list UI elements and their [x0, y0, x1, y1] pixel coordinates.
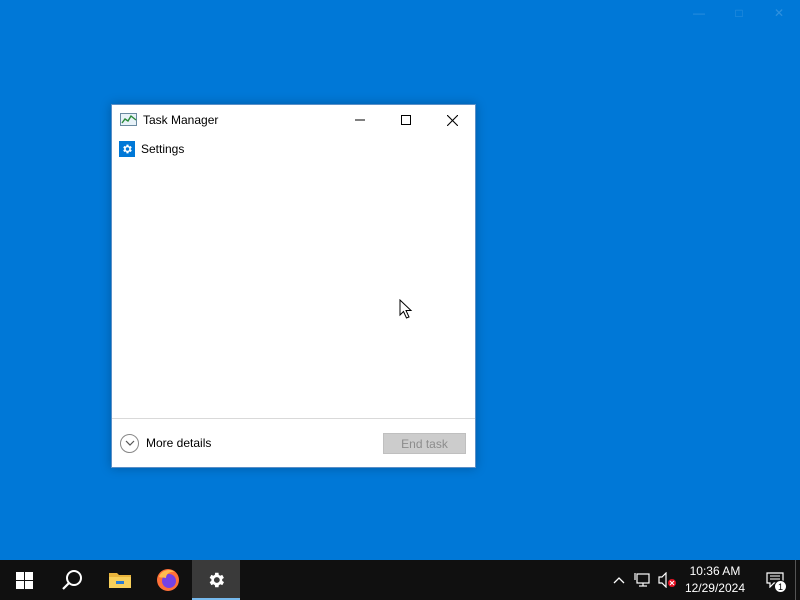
maximize-button[interactable] — [383, 105, 429, 135]
chevron-down-icon — [120, 433, 139, 453]
show-desktop-button[interactable] — [795, 560, 800, 600]
settings-gear-icon — [119, 141, 135, 157]
network-icon — [634, 573, 650, 587]
search-icon — [62, 570, 82, 590]
taskbar: 10:36 AM 12/29/2024 1 — [0, 560, 800, 600]
background-window-controls: — □ ✕ — [692, 6, 786, 20]
close-icon — [446, 114, 458, 126]
background-minimize-icon: — — [693, 6, 705, 20]
volume-muted-icon — [658, 572, 676, 588]
mouse-cursor-icon — [399, 298, 413, 325]
process-label: Settings — [141, 142, 185, 156]
windows-logo-icon — [15, 571, 33, 589]
volume-button[interactable] — [655, 560, 679, 600]
task-manager-window[interactable]: Task Manager Settings More details End t… — [111, 104, 476, 468]
file-explorer-button[interactable] — [96, 560, 144, 600]
clock-date: 12/29/2024 — [684, 581, 745, 595]
window-footer: More details End task — [112, 418, 475, 467]
firefox-icon — [157, 569, 179, 591]
more-details-button[interactable]: More details — [120, 433, 212, 453]
clock[interactable]: 10:36 AM 12/29/2024 — [685, 563, 745, 597]
notification-count-badge: 1 — [774, 580, 787, 593]
clock-time: 10:36 AM — [689, 564, 741, 578]
more-details-label: More details — [146, 436, 212, 450]
start-button[interactable] — [0, 560, 48, 600]
title-bar[interactable]: Task Manager — [112, 105, 475, 135]
search-button[interactable] — [48, 560, 96, 600]
system-tray: 10:36 AM 12/29/2024 1 — [607, 560, 800, 600]
task-manager-icon — [120, 112, 138, 128]
window-title: Task Manager — [143, 113, 219, 127]
end-task-label: End task — [401, 436, 448, 451]
show-hidden-icons-button[interactable] — [607, 560, 631, 600]
background-maximize-icon: □ — [735, 6, 743, 20]
action-center-button[interactable]: 1 — [755, 560, 795, 600]
close-button[interactable] — [429, 105, 475, 135]
settings-taskbar-button[interactable] — [192, 560, 240, 600]
network-button[interactable] — [631, 560, 655, 600]
chevron-up-icon — [613, 577, 625, 584]
minimize-icon — [355, 119, 365, 121]
minimize-button[interactable] — [337, 105, 383, 135]
firefox-button[interactable] — [144, 560, 192, 600]
end-task-button[interactable]: End task — [383, 433, 466, 454]
background-close-icon: ✕ — [773, 6, 785, 20]
process-row-settings[interactable]: Settings — [112, 138, 475, 160]
gear-icon — [209, 572, 224, 588]
maximize-icon — [401, 115, 411, 125]
folder-icon — [109, 573, 131, 588]
